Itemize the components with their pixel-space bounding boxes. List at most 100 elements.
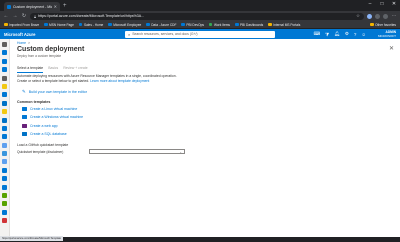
status-url-tooltip: https://portal.azure.com/#create/Microso… (0, 236, 63, 241)
new-tab-icon[interactable]: + (63, 2, 67, 11)
bookmark-item[interactable]: PBI Dashboards (235, 23, 263, 27)
feedback-icon[interactable]: ☺ (361, 32, 366, 37)
cloud-shell-icon[interactable]: ⌨︎ (314, 31, 321, 37)
search-icon: ⌕ (128, 31, 131, 37)
address-bar[interactable]: 🔒︎ https://portal.azure.com/#create/Micr… (30, 12, 364, 20)
home-icon[interactable] (2, 58, 7, 64)
browser-tab[interactable]: Custom deployment - Microsoft Azure ✕ (4, 2, 60, 11)
all-services-icon[interactable] (2, 75, 7, 81)
tab-basics[interactable]: Basics (48, 66, 58, 73)
vm-windows-icon (22, 115, 27, 120)
azure-header: Microsoft Azure ⌕ Search resources, serv… (0, 29, 400, 39)
bookmark-item[interactable]: PBI DevOps (181, 23, 204, 27)
browser-tab-strip: Custom deployment - Microsoft Azure ✕ + … (0, 0, 400, 11)
tab-review-create[interactable]: Review + create (63, 66, 87, 73)
other-favorites-folder[interactable]: Other favorites (370, 23, 396, 27)
chevron-down-icon: ⌄ (179, 149, 182, 154)
back-icon[interactable]: ← (3, 13, 9, 19)
page-subtitle: Deploy from a custom template (17, 54, 62, 58)
bookmark-folder[interactable]: Internal MS Portals (268, 23, 300, 27)
profile-avatar[interactable] (383, 13, 388, 19)
description-text: Automate deploying resources with Azure … (17, 74, 177, 83)
browser-tab-title: Custom deployment - Microsoft Azure (13, 4, 52, 9)
custom-deployment-blade: Home > Custom deployment Deploy from a cu… (10, 39, 400, 237)
menu-icon[interactable] (2, 42, 7, 47)
learn-more-link[interactable]: Learn more about template deployment (90, 79, 149, 83)
settings-gear-icon[interactable]: ⚙ (345, 31, 349, 37)
minimize-icon[interactable]: – (364, 0, 376, 8)
close-blade-icon[interactable]: ✕ (389, 45, 394, 52)
build-own-template-link[interactable]: ✎ Build your own template in the editor (22, 89, 87, 95)
monitor-icon[interactable] (2, 176, 7, 182)
bookmark-item[interactable]: Work Items (208, 23, 230, 27)
page-title: Custom deployment (17, 46, 85, 53)
tab-select-template[interactable]: Select a template (17, 66, 44, 73)
function-app-icon[interactable] (2, 109, 7, 115)
extra-icon[interactable] (2, 218, 7, 224)
quickstart-label: Quickstart template (disclaimer) (17, 150, 64, 154)
bookmark-item[interactable]: Data - Azure CDF (146, 23, 176, 27)
sql-db-icon (22, 131, 27, 136)
help-icon[interactable] (2, 209, 7, 215)
resource-groups-icon[interactable] (2, 92, 7, 98)
global-search-input[interactable]: ⌕ Search resources, services, and docs (… (125, 30, 275, 38)
browser-menu-icon[interactable]: ⋯ (391, 13, 397, 19)
azure-brand[interactable]: Microsoft Azure (4, 32, 60, 37)
template-linux-vm-link[interactable]: Create a Linux virtual machine (22, 107, 83, 111)
header-actions: ⌨︎ ⧩ 🔔︎ ⚙ ? ☺ (314, 29, 366, 39)
close-window-icon[interactable]: ✕ (388, 0, 400, 8)
template-web-app-link[interactable]: Create a web app (22, 123, 83, 128)
close-tab-icon[interactable]: ✕ (54, 4, 57, 9)
bookmark-star-icon[interactable]: ☆ (356, 13, 360, 19)
vm-icon[interactable] (2, 134, 7, 140)
extension-icon[interactable] (367, 13, 372, 19)
wrench-icon: ✎ (22, 89, 26, 94)
maximize-icon[interactable]: □ (376, 0, 388, 8)
advisor-icon[interactable] (2, 184, 7, 190)
forward-icon[interactable]: → (12, 13, 18, 19)
extension-icon[interactable] (375, 13, 380, 19)
breadcrumb-separator: > (28, 41, 31, 45)
template-windows-vm-link[interactable]: Create a Windows virtual machine (22, 115, 83, 120)
bookmark-item[interactable]: Sales - Home (78, 23, 103, 27)
quickstart-template-select[interactable]: ⌄ (89, 149, 185, 154)
directory-filter-icon[interactable]: ⧩ (325, 32, 329, 37)
template-sql-db-link[interactable]: Create a SQL database (22, 131, 83, 136)
bookmark-item[interactable]: Imported From Brave (4, 23, 39, 27)
breadcrumb-home[interactable]: Home (17, 41, 26, 45)
portal-left-rail (0, 39, 10, 237)
help-icon[interactable]: ? (354, 32, 357, 37)
address-toolbar: ← → ↻ 🔒︎ https://portal.azure.com/#creat… (0, 11, 400, 21)
account-tenant: MICROSOFT (378, 34, 396, 38)
bookmark-item[interactable]: MSN Home Page (44, 23, 74, 27)
azure-favicon-icon (7, 4, 11, 9)
load-balancer-icon[interactable] (2, 142, 7, 148)
wizard-tabs: Select a template Basics Review + create (17, 66, 88, 73)
lock-icon: 🔒︎ (34, 13, 37, 19)
aad-icon[interactable] (2, 167, 7, 173)
common-templates-list: Create a Linux virtual machine Create a … (22, 107, 83, 136)
cosmos-icon[interactable] (2, 125, 7, 131)
dashboard-icon[interactable] (2, 67, 7, 73)
build-link-label: Build your own template in the editor (28, 90, 87, 94)
create-icon[interactable] (2, 50, 7, 56)
breadcrumb: Home > (17, 41, 30, 45)
url-text[interactable]: https://portal.azure.com/#create/Microso… (38, 14, 354, 18)
app-services-icon[interactable] (2, 100, 7, 106)
cost-icon[interactable] (2, 201, 7, 207)
search-placeholder: Search resources, services, and docs (G+… (132, 32, 198, 36)
sql-icon[interactable] (2, 117, 7, 123)
github-section-label: Load a GitHub quickstart template (17, 143, 69, 147)
bookmark-item[interactable]: Microsoft Employee (108, 23, 141, 27)
common-templates-heading: Common templates (17, 100, 51, 104)
bookmarks-bar: Imported From Brave MSN Home Page Sales … (0, 21, 400, 29)
account-menu[interactable]: ADMIN MICROSOFT (378, 30, 396, 38)
window-controls: – □ ✕ (364, 0, 400, 8)
security-icon[interactable] (2, 193, 7, 199)
refresh-icon[interactable]: ↻ (21, 13, 27, 19)
favorites-icon[interactable] (2, 83, 7, 89)
storage-icon[interactable] (2, 151, 7, 157)
web-app-icon (22, 123, 27, 128)
vnet-icon[interactable] (2, 159, 7, 165)
notifications-icon[interactable]: 🔔︎ (334, 31, 340, 37)
